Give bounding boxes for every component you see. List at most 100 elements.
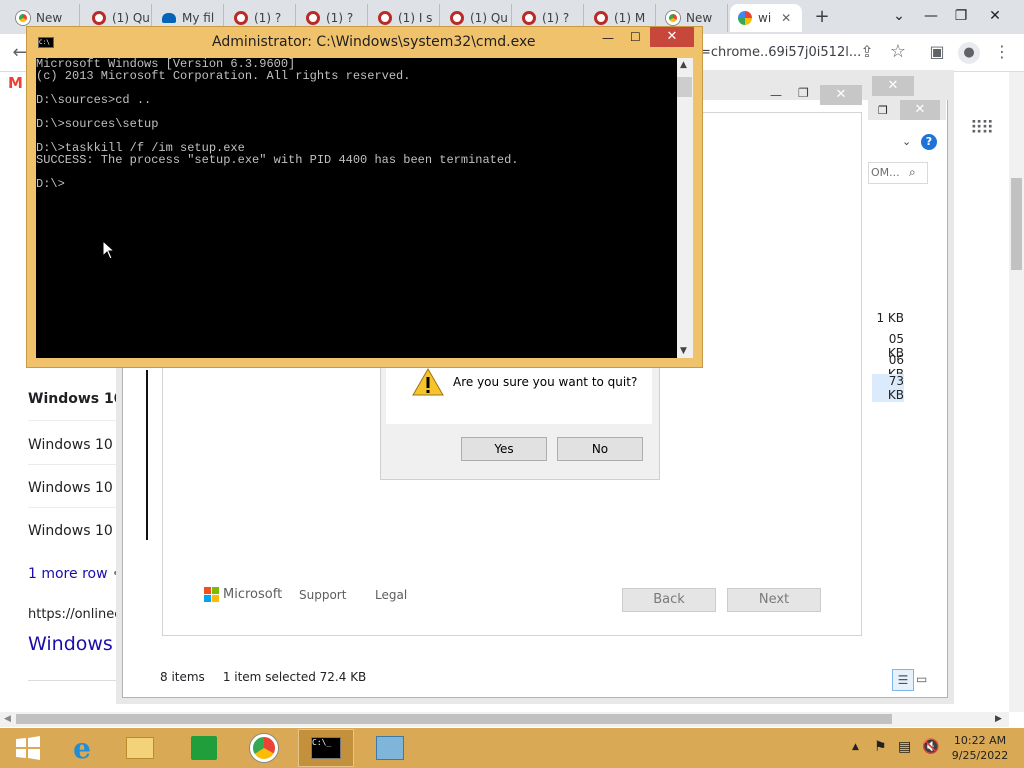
quora-icon [378,11,392,25]
legal-link[interactable]: Legal [375,588,407,602]
folder-icon [126,737,154,759]
result-title-link[interactable]: Windows 1 [28,633,131,655]
details-view-icon[interactable]: ☰ [892,669,914,691]
cmd-line: (c) 2013 Microsoft Corporation. All righ… [36,69,411,83]
start-button[interactable] [0,729,56,767]
bookmark-star-icon[interactable]: ☆ [886,41,910,62]
close-icon[interactable]: ✕ [650,27,694,47]
yes-button[interactable]: Yes [461,437,547,461]
no-button[interactable]: No [557,437,643,461]
result-url[interactable]: https://onlineco [28,607,129,622]
quora-icon [306,11,320,25]
setup-icon [376,736,404,760]
cmd-line: D:\sources>cd .. [36,93,152,107]
cmd-line [36,166,518,178]
restore-icon[interactable]: ❐ [946,2,976,30]
divider [28,464,128,465]
maximize-icon[interactable]: ☐ [630,30,641,44]
scroll-right-arrow-icon[interactable]: ▶ [995,714,1002,724]
profile-avatar-icon[interactable]: ● [958,42,980,64]
cmd-icon: C:\_ [311,737,341,759]
internet-explorer-icon: e [73,731,91,765]
result-row[interactable]: Windows 10 En [28,437,135,453]
cmd-window-title: Administrator: C:\Windows\system32\cmd.e… [212,34,536,50]
next-button[interactable]: Next [727,588,821,612]
cmd-output: Microsoft Windows [Version 6.3.9600] (c) … [36,58,518,190]
quora-icon [594,11,608,25]
result-row[interactable]: Windows 10 Ed [28,523,135,539]
cmd-scroll-thumb[interactable] [677,77,692,97]
cmd-console[interactable]: Microsoft Windows [Version 6.3.9600] (c) … [36,58,677,358]
system-clock[interactable]: 10:22 AM 9/25/2022 [950,733,1010,763]
chrome-icon [250,734,278,762]
vertical-scrollbar[interactable] [1009,72,1024,712]
gmail-icon[interactable]: M [8,74,23,92]
close-icon[interactable]: ✕ [872,76,914,96]
scroll-down-arrow-icon[interactable]: ▼ [680,346,687,356]
tab-label: (1) Qu [470,11,508,25]
dialog-message: Are you sure you want to quit? [453,375,638,389]
microsoft-squares-icon [204,587,219,602]
tab-label: wi [758,11,772,25]
file-size: 73 KB [872,374,904,402]
explorer-search-box[interactable]: OM... ⌕ [868,162,928,184]
divider [146,370,148,540]
cmd-line: SUCCESS: The process "setup.exe" with PI… [36,153,519,167]
restore-icon[interactable]: ❐ [878,104,888,117]
quora-icon [522,11,536,25]
file-size: 1 KB [876,311,904,325]
chrome-taskbar-button[interactable] [236,729,292,767]
vertical-scroll-thumb[interactable] [1011,178,1022,270]
new-tab-button[interactable]: + [812,6,832,28]
divider [28,420,128,421]
minimize-icon[interactable]: — [916,2,946,30]
close-icon[interactable]: ✕ [900,100,940,120]
support-link[interactable]: Support [299,588,346,602]
more-rows-label[interactable]: 1 more row [28,566,108,582]
clock-date: 9/25/2022 [951,749,1009,762]
close-tab-icon[interactable]: ✕ [781,11,791,25]
onedrive-icon [162,13,176,23]
cmd-line: D:\>sources\setup [36,117,159,131]
share-icon[interactable]: ⇪ [855,42,879,61]
network-icon[interactable]: ▤ [898,739,911,755]
file-explorer-taskbar-button[interactable] [112,729,168,767]
setup-taskbar-button[interactable] [362,729,418,767]
apps-grid-icon[interactable]: ⠿⠿ [970,118,994,139]
more-rows-link[interactable]: 1 more row • F [28,566,133,582]
result-row[interactable]: Windows 10 En [28,480,135,496]
tab-label: (1) ? [542,11,570,25]
chrome-menu-icon[interactable]: ⋮ [990,42,1014,61]
volume-muted-icon[interactable]: 🔇 [922,739,939,755]
side-panel-icon[interactable]: ▣ [925,42,949,61]
scroll-left-arrow-icon[interactable]: ◀ [4,714,11,724]
large-icons-view-icon[interactable]: ▭ [916,672,927,686]
minimize-icon[interactable]: — [602,31,614,45]
restore-icon[interactable]: ❐ [798,86,809,100]
tab-search-icon[interactable]: ⌄ [884,2,914,30]
internet-explorer-taskbar-button[interactable]: e [54,729,110,767]
show-hidden-icons-icon[interactable]: ▲ [852,742,859,752]
tab-label: (1) Qu [112,11,150,25]
tab-label: My fil [182,11,215,25]
close-icon[interactable]: ✕ [980,2,1010,30]
search-icon[interactable]: ⌕ [909,165,916,180]
action-center-flag-icon[interactable]: ⚑ [874,739,887,755]
cmd-scrollbar[interactable] [677,58,693,358]
quora-icon [92,11,106,25]
store-taskbar-button[interactable] [176,729,232,767]
minimize-icon[interactable]: — [770,88,782,102]
cmd-app-icon[interactable]: C:\ [38,37,54,48]
tab-label: (1) I s [398,11,433,25]
tab-label: New [686,11,713,25]
back-button[interactable]: Back [622,588,716,612]
chevron-down-icon[interactable]: ⌄ [902,135,911,148]
scroll-up-arrow-icon[interactable]: ▲ [680,60,687,70]
horizontal-scroll-thumb[interactable] [16,714,892,724]
help-icon[interactable]: ? [921,134,937,150]
clock-time: 10:22 AM [953,734,1007,747]
tab-11[interactable]: wi ✕ [730,4,802,32]
close-icon[interactable]: ✕ [820,85,862,105]
microsoft-brand-label: Microsoft [223,587,283,602]
cmd-taskbar-button[interactable]: C:\_ [298,729,354,767]
